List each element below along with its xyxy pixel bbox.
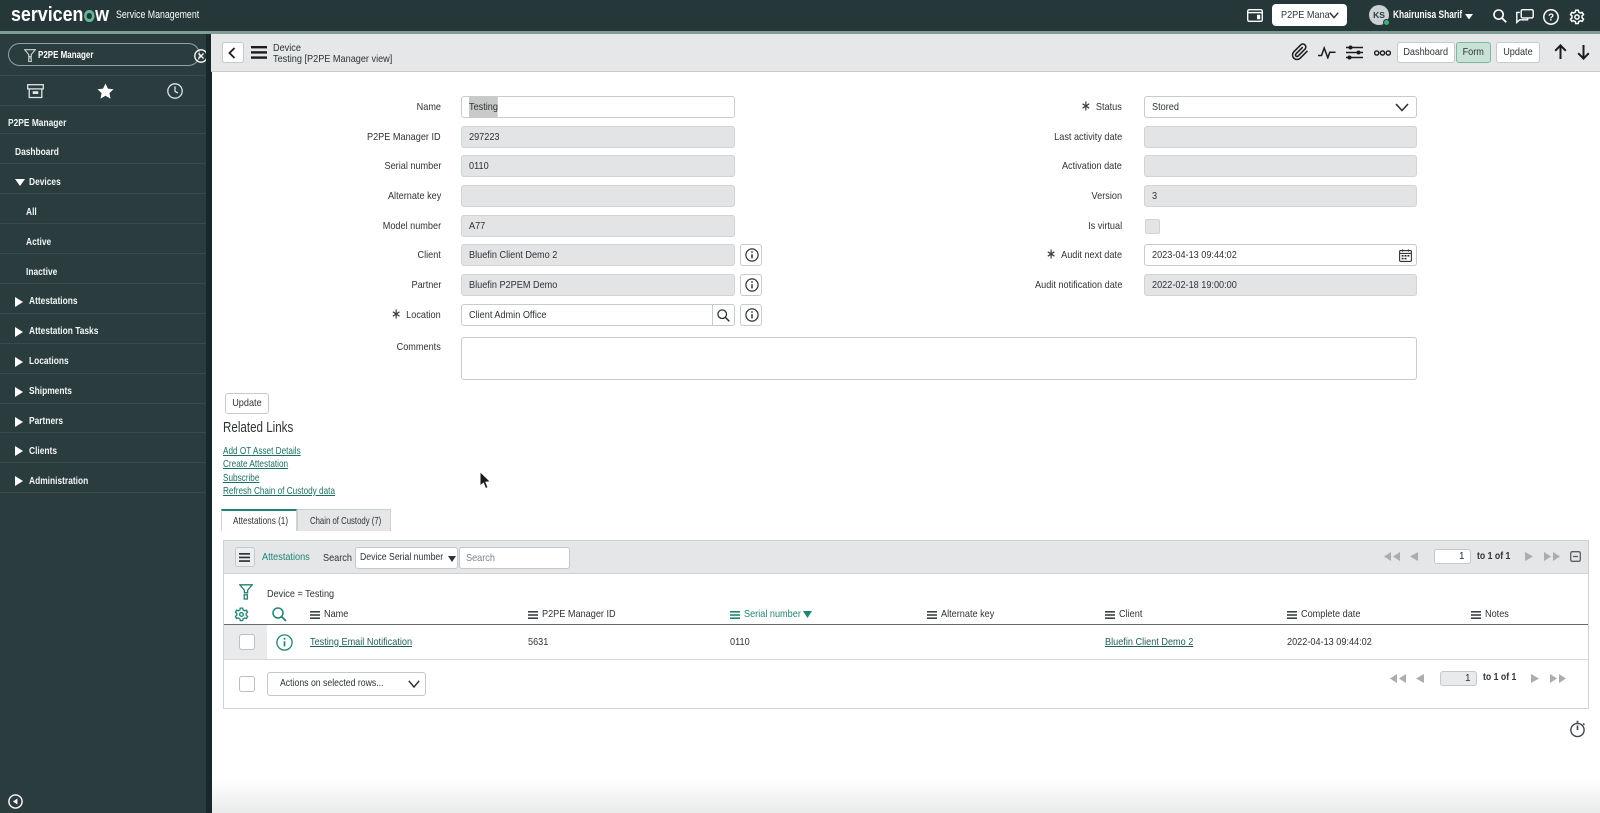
- svg-text:?: ?: [1548, 13, 1554, 24]
